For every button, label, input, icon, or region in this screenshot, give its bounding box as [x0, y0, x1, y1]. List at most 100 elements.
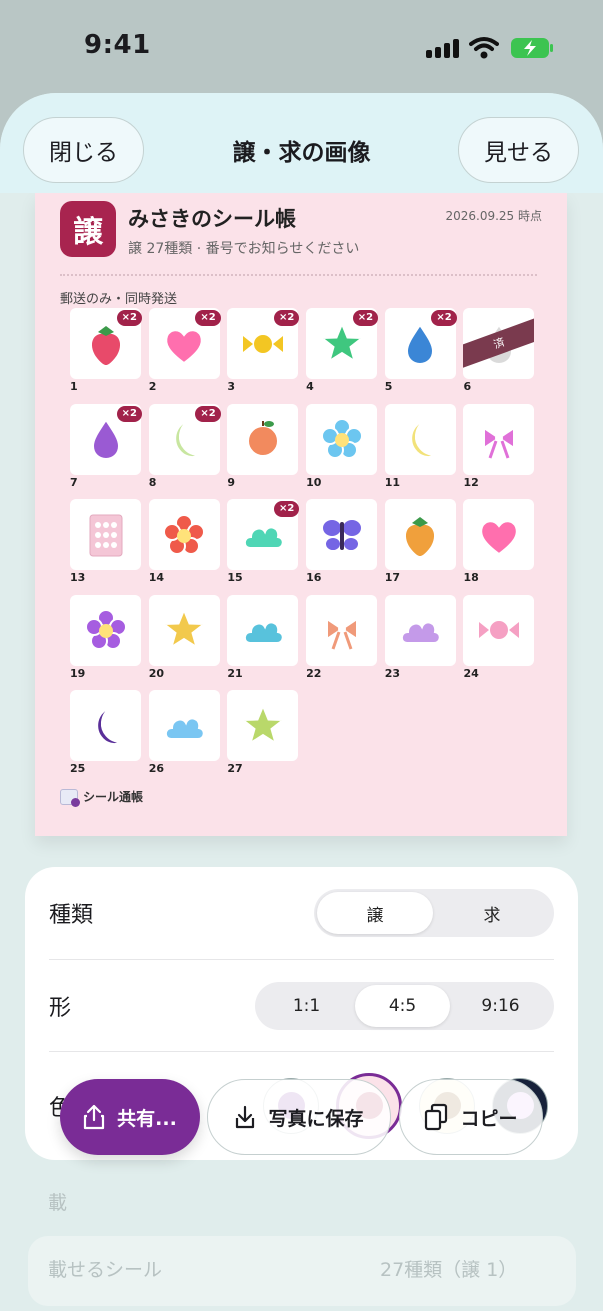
download-icon — [236, 1105, 255, 1129]
sticker-number: 12 — [463, 475, 479, 489]
sticker-book-card: 譲 みさきのシール帳 譲 27種類 · 番号でお知らせください 2026.09.… — [35, 193, 567, 836]
sticker-item: 24 — [463, 594, 535, 680]
ribbon-icon — [482, 426, 515, 459]
sticker-item: 25 — [70, 690, 141, 775]
sticker-item: 14 — [148, 499, 220, 584]
sticker-number: 22 — [306, 666, 322, 680]
sticker-item: 19 — [70, 594, 141, 680]
sticker-item: 13 — [70, 499, 141, 584]
sticker-tile — [70, 690, 141, 761]
sticker-number: 14 — [148, 571, 164, 584]
cloud-icon — [401, 621, 441, 644]
app-logo-icon — [60, 788, 80, 807]
shape-option-1-1[interactable]: 1:1 — [258, 985, 355, 1027]
copy-button[interactable]: コピー — [399, 1079, 543, 1155]
card-logo: シール通帳 — [60, 788, 144, 807]
moon-icon — [174, 420, 203, 459]
sticker-tile — [463, 403, 535, 475]
status-time: 9:41 — [84, 30, 151, 60]
sticker-item: ×2 5 — [384, 308, 457, 393]
sticker-number: 8 — [148, 475, 157, 489]
moon-icon — [95, 706, 124, 745]
sticker-number: 17 — [384, 571, 401, 584]
status-bar: 9:41 — [0, 0, 603, 95]
sticker-item: 17 — [384, 499, 456, 584]
sticker-number: 25 — [70, 762, 86, 775]
sticker-tile — [148, 499, 220, 570]
droplet-icon — [406, 322, 435, 365]
quantity-badge: ×2 — [352, 310, 379, 326]
card-shipping-note: 郵送のみ・同時発送 — [60, 292, 178, 307]
sticker-number: 11 — [384, 475, 401, 489]
type-option-want[interactable]: 求 — [433, 892, 551, 934]
sticker-number: 21 — [227, 666, 243, 680]
save-to-photos-button[interactable]: 写真に保存 — [207, 1079, 391, 1155]
sticker-number: 19 — [70, 666, 86, 680]
ribbon-icon — [325, 617, 358, 650]
sticker-number: 27 — [227, 762, 243, 775]
strawberry-icon — [404, 516, 437, 558]
sticker-item: ×2 8 — [148, 403, 221, 489]
type-option-give[interactable]: 譲 — [317, 892, 433, 934]
candy-icon — [242, 332, 283, 355]
sticker-item: 9 — [227, 403, 299, 489]
show-button[interactable]: 見せる — [458, 117, 579, 183]
shape-label: 形 — [49, 995, 72, 1021]
star-icon — [240, 702, 286, 745]
sticker-item: 27 — [227, 690, 299, 775]
shape-option-4-5[interactable]: 4:5 — [355, 984, 450, 1027]
sticker-tile — [384, 499, 456, 570]
sticker-item: 16 — [306, 499, 378, 584]
cloud-icon — [243, 621, 284, 644]
sticker-number: 18 — [463, 571, 479, 584]
sticker-number: 26 — [148, 762, 164, 775]
sticker-item: 10 — [306, 403, 378, 489]
sticker-number: 3 — [227, 380, 236, 393]
quantity-badge: ×2 — [116, 405, 142, 422]
sticker-number: 15 — [227, 571, 243, 584]
card-divider — [60, 274, 537, 276]
sticker-tile — [70, 594, 141, 666]
sticker-grid: ×2 1 ×2 2 ×2 3 ×2 4 ×2 5 済 6 ×2 7 ×2 8 9 10 11 12 13 14 ×2 15 16… — [70, 308, 535, 775]
sticker-item: 12 — [463, 403, 535, 489]
shape-segmented-control: 1:1 4:5 9:16 — [255, 981, 554, 1030]
quantity-badge: ×2 — [116, 310, 142, 326]
type-row: 種類 譲 求 — [49, 867, 554, 959]
sticker-item: ×2 1 — [70, 308, 142, 393]
sheet-header: 閉じる 譲・求の画像 見せる — [0, 93, 603, 193]
type-label: 種類 — [49, 903, 94, 928]
sticker-tile — [227, 690, 299, 761]
strawberry-icon — [89, 325, 122, 367]
sticker-item: 23 — [384, 594, 456, 680]
sticker-number: 9 — [227, 475, 236, 489]
wifi-icon — [469, 37, 499, 59]
share-button[interactable]: 共有... — [60, 1079, 200, 1155]
sticker-number: 13 — [70, 571, 86, 584]
save-button-label: 写真に保存 — [268, 1107, 364, 1130]
sticker-tile — [384, 403, 456, 475]
cellular-signal-icon — [426, 38, 459, 58]
sticker-item: ×2 2 — [148, 308, 221, 393]
card-badge: 譲 — [60, 201, 116, 257]
sticker-tile — [384, 594, 456, 666]
sticker-item: ×2 4 — [306, 308, 379, 393]
sticker-number: 5 — [384, 380, 393, 393]
peach-icon — [246, 421, 279, 457]
sticker-tile — [306, 594, 378, 666]
quantity-badge: ×2 — [431, 310, 457, 326]
quantity-badge: ×2 — [274, 310, 300, 326]
shape-option-9-16[interactable]: 9:16 — [450, 985, 551, 1027]
shape-row: 形 1:1 4:5 9:16 — [49, 959, 554, 1051]
star-icon — [161, 607, 207, 650]
sticker-tile — [306, 499, 378, 570]
sticker-tile — [227, 594, 299, 666]
card-logo-text: シール通帳 — [83, 790, 144, 804]
sticker-tile — [463, 499, 535, 570]
sticker-tile — [463, 594, 535, 666]
sticker-sheet-icon — [89, 514, 122, 556]
sticker-tile — [70, 499, 141, 570]
flower-icon — [320, 418, 363, 459]
sticker-number: 7 — [70, 475, 78, 489]
sticker-number: 2 — [148, 380, 157, 393]
candy-icon — [478, 619, 519, 641]
